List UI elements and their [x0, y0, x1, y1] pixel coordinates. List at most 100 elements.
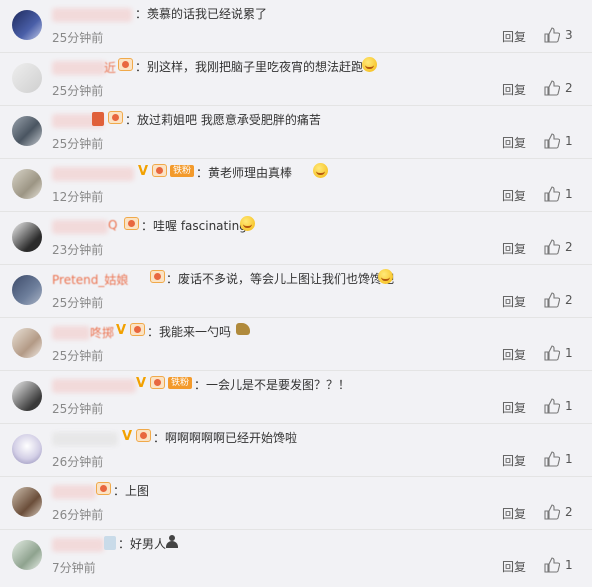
username-blurred[interactable]	[52, 379, 136, 393]
fan-badge-icon	[108, 111, 123, 124]
avatar[interactable]	[12, 487, 42, 517]
timestamp: 25分钟前	[52, 84, 104, 98]
reply-button[interactable]: 回复	[502, 399, 526, 416]
avatar[interactable]	[12, 540, 42, 570]
comment-row: V ：啊啊啊啊啊已经开始馋啦 26分钟前 回复 1	[0, 424, 592, 477]
comment-text: ：哇喔 fascinating	[141, 219, 247, 233]
timestamp: 26分钟前	[52, 455, 104, 469]
verified-v-icon: V	[136, 376, 147, 391]
thumbs-up-icon[interactable]	[544, 27, 560, 43]
thumbs-up-icon[interactable]	[544, 80, 560, 96]
man-emoji-icon	[166, 535, 178, 548]
comment-row: Q ：哇喔 fascinating 23分钟前 回复 2	[0, 212, 592, 265]
fan-badge-icon	[124, 217, 139, 230]
comment-text: ：放过莉姐吧 我愿意承受肥胖的痛苦	[125, 113, 321, 127]
avatar[interactable]	[12, 328, 42, 358]
username-fragment[interactable]: Q	[108, 218, 117, 232]
timestamp: 12分钟前	[52, 190, 104, 204]
reply-button[interactable]: 回复	[502, 240, 526, 257]
comment-text: ：上图	[113, 484, 150, 498]
fan-badge-icon	[96, 482, 111, 495]
avatar[interactable]	[12, 275, 42, 305]
comment-row: V 铁粉 ：黄老师理由真棒 12分钟前 回复 1	[0, 159, 592, 212]
username-blurred[interactable]	[52, 8, 132, 22]
like-count: 2	[565, 81, 573, 95]
username-fragment[interactable]: 咚掷	[90, 324, 114, 341]
username-blurred[interactable]	[52, 538, 104, 552]
fan-badge-icon	[130, 323, 145, 336]
reply-button[interactable]: 回复	[502, 558, 526, 575]
timestamp: 25分钟前	[52, 296, 104, 310]
username-blurred[interactable]	[52, 167, 134, 181]
thumbs-up-icon[interactable]	[544, 292, 560, 308]
timestamp: 25分钟前	[52, 31, 104, 45]
smile-emoji-icon	[240, 216, 255, 231]
reply-button[interactable]: 回复	[502, 293, 526, 310]
timestamp: 25分钟前	[52, 349, 104, 363]
avatar[interactable]	[12, 10, 42, 40]
comment-list: ：羡慕的话我已经说累了 25分钟前 回复 3 近 ：别这样，我刚把脑子里吃夜宵的…	[0, 0, 592, 587]
timestamp: 7分钟前	[52, 561, 96, 575]
like-count: 2	[565, 505, 573, 519]
comment-text: ：黄老师理由真棒	[196, 166, 293, 180]
thumbs-up-icon[interactable]	[544, 557, 560, 573]
like-count: 1	[565, 452, 573, 466]
username-blurred[interactable]	[52, 432, 118, 446]
verified-v-icon: V	[138, 164, 149, 179]
fan-badge-icon	[118, 58, 133, 71]
comment-row: ：放过莉姐吧 我愿意承受肥胖的痛苦 25分钟前 回复 1	[0, 106, 592, 159]
verified-v-icon: V	[122, 429, 133, 444]
avatar[interactable]	[12, 222, 42, 252]
thumbs-up-icon[interactable]	[544, 133, 560, 149]
username-blurred[interactable]	[52, 61, 106, 75]
thumbs-up-icon[interactable]	[544, 239, 560, 255]
reply-button[interactable]: 回复	[502, 505, 526, 522]
like-count: 1	[565, 134, 573, 148]
reply-button[interactable]: 回复	[502, 346, 526, 363]
username-blurred[interactable]	[52, 485, 96, 499]
username-fragment[interactable]: Pretend_姑娘	[52, 271, 128, 288]
avatar-mini	[104, 536, 116, 550]
comment-row: Pretend_姑娘 ：废话不多说，等会儿上图让我们也馋馋吧 25分钟前 回复 …	[0, 265, 592, 318]
comment-text: ：废话不多说，等会儿上图让我们也馋馋吧	[166, 272, 395, 286]
comment-row: ：上图 26分钟前 回复 2	[0, 477, 592, 530]
smile-emoji-icon	[378, 269, 393, 284]
like-count: 1	[565, 187, 573, 201]
thumbs-up-icon[interactable]	[544, 504, 560, 520]
like-count: 1	[565, 399, 573, 413]
comment-text: ：好男人	[118, 537, 167, 551]
comment-row: ：好男人 7分钟前 回复 1	[0, 530, 592, 587]
verified-v-icon: V	[116, 323, 127, 338]
thumbs-up-icon[interactable]	[544, 451, 560, 467]
avatar[interactable]	[12, 169, 42, 199]
avatar[interactable]	[12, 116, 42, 146]
thumbs-up-icon[interactable]	[544, 186, 560, 202]
comment-row: V 铁粉 ：一会儿是不是要发图？？！ 25分钟前 回复 1	[0, 371, 592, 424]
username-blurred[interactable]	[52, 326, 90, 340]
comment-text: ：别这样，我刚把脑子里吃夜宵的想法赶跑	[135, 60, 364, 74]
timestamp: 26分钟前	[52, 508, 104, 522]
avatar[interactable]	[12, 434, 42, 464]
reply-button[interactable]: 回复	[502, 187, 526, 204]
comment-text: ：一会儿是不是要发图？？！	[194, 378, 351, 392]
like-count: 3	[565, 28, 573, 42]
iron-fan-tag: 铁粉	[168, 377, 193, 389]
spoon-emoji-icon	[236, 323, 250, 335]
username-fragment[interactable]: 近	[104, 59, 116, 76]
avatar[interactable]	[12, 63, 42, 93]
timestamp: 23分钟前	[52, 243, 104, 257]
comment-text: ：我能来一勺吗	[147, 325, 232, 339]
iron-fan-tag: 铁粉	[170, 165, 195, 177]
avatar[interactable]	[12, 381, 42, 411]
reply-button[interactable]: 回复	[502, 28, 526, 45]
laughing-emoji-icon	[362, 57, 377, 72]
like-count: 2	[565, 293, 573, 307]
thumbs-up-icon[interactable]	[544, 398, 560, 414]
comment-row: 咚掷 V ：我能来一勺吗 25分钟前 回复 1	[0, 318, 592, 371]
username-blurred[interactable]	[52, 220, 108, 234]
reply-button[interactable]: 回复	[502, 81, 526, 98]
reply-button[interactable]: 回复	[502, 134, 526, 151]
reply-button[interactable]: 回复	[502, 452, 526, 469]
comment-text: ：啊啊啊啊啊已经开始馋啦	[153, 431, 298, 445]
thumbs-up-icon[interactable]	[544, 345, 560, 361]
